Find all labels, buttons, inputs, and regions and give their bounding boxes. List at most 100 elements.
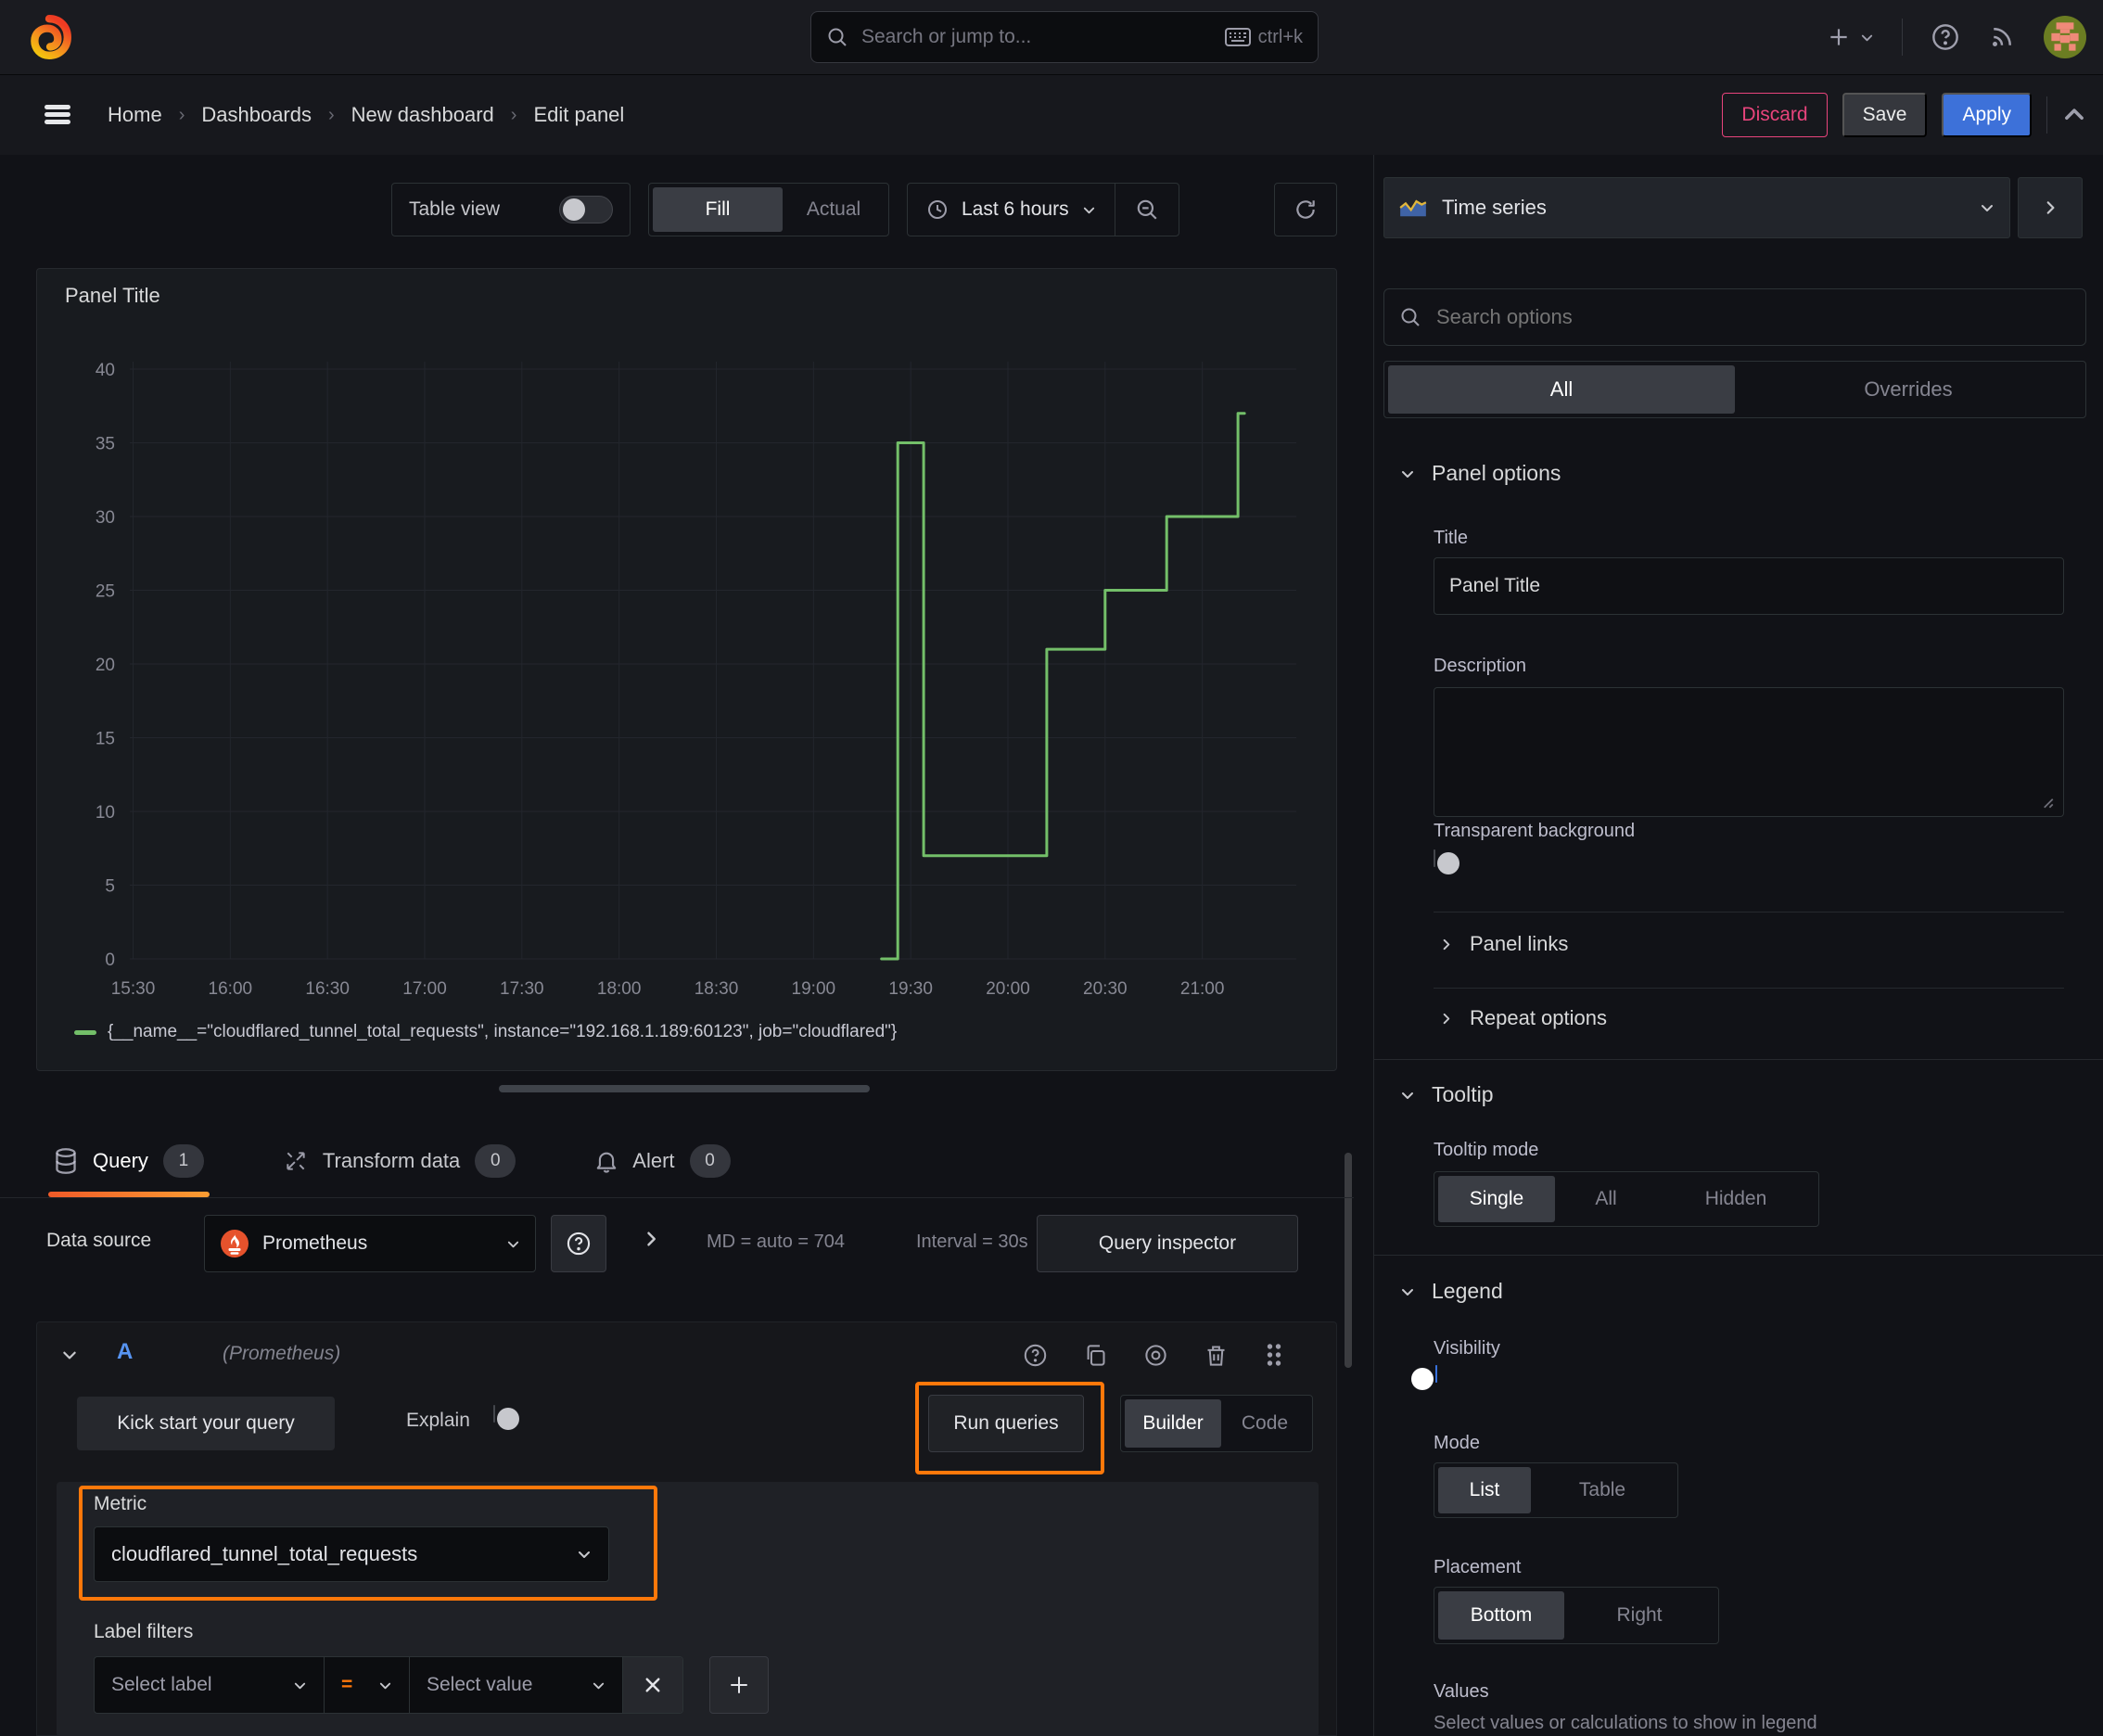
discard-button[interactable]: Discard: [1722, 93, 1828, 137]
chevron-down-icon: [379, 1682, 391, 1689]
search-icon: [1399, 306, 1421, 328]
legend-placement-label: Placement: [1434, 1557, 1522, 1577]
table-view-control: Table view: [391, 183, 631, 236]
filter-tab-all[interactable]: All: [1388, 365, 1735, 414]
tooltip-mode-label: Tooltip mode: [1434, 1140, 1539, 1160]
transform-icon: [284, 1149, 308, 1173]
chevron-right-icon: ›: [178, 104, 185, 125]
section-panel-links[interactable]: Panel links: [1439, 932, 1568, 956]
help-icon: [567, 1232, 591, 1256]
select-value-dropdown[interactable]: Select value: [410, 1657, 623, 1713]
search-icon: [826, 26, 848, 48]
max-data-points-stat: MD = auto = 704: [707, 1232, 845, 1252]
query-help-icon[interactable]: [1023, 1341, 1048, 1369]
apply-button[interactable]: Apply: [1942, 93, 2032, 137]
collapse-query-chevron-icon[interactable]: [61, 1347, 78, 1363]
table-view-toggle[interactable]: [559, 196, 613, 223]
delete-query-trash-icon[interactable]: [1204, 1341, 1229, 1369]
tooltip-mode-hidden[interactable]: Hidden: [1657, 1176, 1815, 1222]
breadcrumb-dashboards[interactable]: Dashboards: [201, 103, 312, 127]
chevron-down-icon: [593, 1682, 605, 1689]
news-rss-icon[interactable]: [1988, 23, 2016, 51]
add-filter-button[interactable]: [709, 1656, 769, 1714]
chart-legend[interactable]: {__name__="cloudflared_tunnel_total_requ…: [74, 1022, 897, 1042]
query-inspector-button[interactable]: Query inspector: [1037, 1215, 1298, 1272]
metric-label: Metric: [94, 1493, 147, 1514]
menu-hamburger-icon[interactable]: [41, 99, 74, 129]
chevron-down-icon: [1402, 470, 1413, 478]
legend-placement-group: Bottom Right: [1434, 1587, 1719, 1644]
save-button[interactable]: Save: [1842, 93, 1928, 137]
help-icon[interactable]: [1931, 22, 1960, 52]
operator-dropdown[interactable]: =: [325, 1657, 410, 1713]
svg-text:18:30: 18:30: [695, 979, 739, 999]
chevron-right-icon: ›: [510, 104, 517, 125]
tab-transform-label: Transform data: [322, 1148, 461, 1172]
textarea-resize-icon[interactable]: [2038, 793, 2055, 810]
time-range-picker[interactable]: Last 6 hours: [908, 198, 1115, 221]
tab-transform-data[interactable]: Transform data 0: [284, 1124, 516, 1197]
search-input[interactable]: [860, 25, 1214, 49]
grafana-logo-icon[interactable]: [26, 14, 72, 60]
section-legend[interactable]: Legend: [1400, 1279, 1503, 1304]
section-tooltip[interactable]: Tooltip: [1400, 1082, 1493, 1107]
tab-query-count: 1: [162, 1143, 204, 1178]
panel-title-input[interactable]: [1434, 557, 2064, 615]
panel-resize-handle[interactable]: [499, 1085, 870, 1092]
tooltip-mode-all[interactable]: All: [1555, 1176, 1657, 1222]
viz-suggestions-expand-button[interactable]: [2018, 177, 2083, 238]
metric-select[interactable]: cloudflared_tunnel_total_requests: [94, 1526, 609, 1582]
tab-query[interactable]: Query 1: [48, 1124, 210, 1197]
filter-tab-overrides[interactable]: Overrides: [1735, 365, 2082, 414]
chevron-right-icon: [2046, 201, 2055, 214]
svg-text:16:00: 16:00: [209, 979, 253, 999]
code-option[interactable]: Code: [1221, 1399, 1308, 1448]
options-search-input[interactable]: [1434, 304, 2071, 330]
metric-value: cloudflared_tunnel_total_requests: [111, 1542, 418, 1565]
datasource-help-button[interactable]: [551, 1215, 606, 1272]
legend-visibility-toggle[interactable]: [1411, 1365, 1437, 1390]
breadcrumb-new-dashboard[interactable]: New dashboard: [351, 103, 494, 127]
collapse-options-chevron-up-icon[interactable]: [2062, 103, 2086, 127]
query-row-card: A (Prometheus) Kick start your query Exp…: [36, 1321, 1337, 1736]
datasource-picker[interactable]: Prometheus: [204, 1215, 536, 1272]
legend-mode-list[interactable]: List: [1438, 1467, 1531, 1513]
add-new-button[interactable]: [1827, 25, 1874, 49]
select-label-dropdown[interactable]: Select label: [95, 1657, 325, 1713]
legend-placement-right[interactable]: Right: [1564, 1591, 1714, 1640]
legend-mode-table[interactable]: Table: [1531, 1467, 1674, 1513]
breadcrumb-home[interactable]: Home: [108, 103, 162, 127]
options-filter-tabs: All Overrides: [1383, 361, 2086, 418]
global-search[interactable]: ctrl+k: [810, 11, 1319, 63]
tab-alert[interactable]: Alert 0: [595, 1124, 731, 1197]
visualization-picker[interactable]: Time series: [1383, 177, 2010, 238]
remove-filter-button[interactable]: [623, 1657, 682, 1713]
expand-stats-chevron-icon[interactable]: [642, 1230, 660, 1248]
chevron-down-icon: [1861, 34, 1873, 41]
user-avatar[interactable]: [2044, 16, 2086, 58]
transparent-background-toggle[interactable]: [1434, 849, 1459, 874]
section-repeat-options[interactable]: Repeat options: [1439, 1006, 1607, 1030]
fill-actual-group: Fill Actual: [648, 183, 889, 236]
panel-description-input[interactable]: [1434, 687, 2064, 817]
chevron-down-icon: [1402, 1091, 1413, 1099]
run-queries-button[interactable]: Run queries: [928, 1395, 1084, 1452]
actual-option[interactable]: Actual: [783, 187, 885, 232]
legend-visibility-label: Visibility: [1434, 1338, 1500, 1359]
svg-text:20: 20: [96, 656, 115, 675]
options-search[interactable]: [1383, 288, 2086, 346]
fill-option[interactable]: Fill: [653, 187, 783, 232]
query-ref-id[interactable]: A: [117, 1339, 133, 1365]
refresh-button[interactable]: [1274, 183, 1337, 236]
duplicate-query-icon[interactable]: [1083, 1341, 1108, 1369]
kick-start-query-button[interactable]: Kick start your query: [77, 1397, 335, 1450]
zoom-out-icon[interactable]: [1115, 184, 1179, 236]
builder-option[interactable]: Builder: [1125, 1399, 1221, 1448]
explain-toggle[interactable]: [493, 1405, 519, 1430]
drag-handle-icon[interactable]: [1264, 1341, 1284, 1369]
section-panel-options[interactable]: Panel options: [1400, 461, 1561, 486]
legend-placement-bottom[interactable]: Bottom: [1438, 1591, 1564, 1640]
toggle-visibility-icon[interactable]: [1143, 1341, 1168, 1369]
query-datasource-hint: (Prometheus): [223, 1343, 341, 1364]
tooltip-mode-single[interactable]: Single: [1438, 1176, 1555, 1222]
